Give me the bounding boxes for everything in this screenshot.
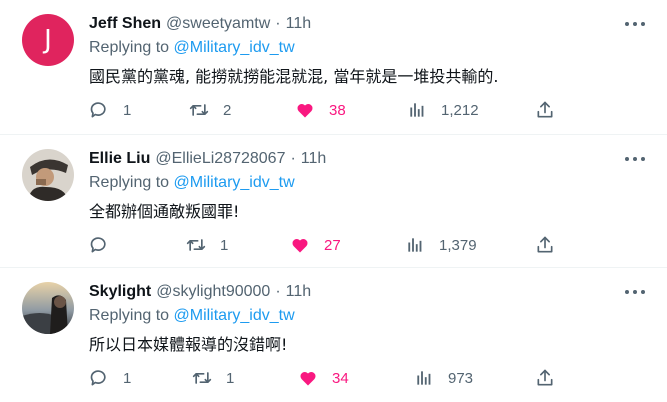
timestamp[interactable]: 11h — [286, 15, 312, 33]
views-button[interactable]: 973 — [414, 364, 473, 392]
retweet-icon — [189, 104, 209, 116]
more-icon[interactable] — [625, 284, 645, 300]
tweet-header: Ellie Liu @EllieLi28728067 · 11h — [89, 147, 326, 171]
retweet-button[interactable]: 1 — [186, 231, 228, 259]
avatar[interactable] — [22, 282, 74, 334]
timestamp[interactable]: 11h — [301, 150, 327, 168]
views-button[interactable]: 1,212 — [407, 96, 479, 124]
views-count: 1,379 — [439, 236, 477, 254]
share-icon — [537, 236, 553, 253]
share-button[interactable] — [535, 364, 555, 392]
separator-dot: · — [275, 283, 281, 300]
replying-to-label: Replying to — [89, 174, 170, 191]
retweet-button[interactable]: 2 — [189, 96, 231, 124]
replying-to: Replying to @Military_idv_tw — [89, 39, 295, 57]
like-button[interactable]: 27 — [290, 231, 341, 259]
tweet-header: Jeff Shen @sweetyamtw · 11h — [89, 12, 311, 36]
reply-count: 1 — [123, 369, 132, 387]
like-count: 34 — [332, 369, 349, 387]
avatar[interactable]: J — [22, 14, 74, 66]
replying-to-label: Replying to — [89, 39, 170, 56]
replying-to-link[interactable]: @Military_idv_tw — [174, 174, 295, 191]
views-count: 1,212 — [441, 101, 479, 119]
user-handle[interactable]: @skylight90000 — [156, 283, 270, 301]
action-bar: 1 27 1,379 — [89, 231, 559, 259]
display-name[interactable]: Skylight — [89, 283, 151, 301]
retweet-icon — [192, 372, 212, 384]
tweet-text: 所以日本媒體報導的沒錯啊! — [89, 335, 288, 354]
views-icon — [417, 371, 431, 385]
more-icon[interactable] — [625, 151, 645, 167]
views-button[interactable]: 1,379 — [405, 231, 477, 259]
display-name[interactable]: Jeff Shen — [89, 15, 161, 33]
tweet-2[interactable]: Ellie Liu @EllieLi28728067 · 11h Replyin… — [0, 135, 667, 268]
tweet-3[interactable]: Skylight @skylight90000 · 11h Replying t… — [0, 268, 667, 402]
avatar-photo — [22, 282, 74, 334]
share-button[interactable] — [535, 96, 555, 124]
replying-to-link[interactable]: @Military_idv_tw — [174, 307, 295, 324]
tweet-header: Skylight @skylight90000 · 11h — [89, 280, 311, 304]
replying-to: Replying to @Military_idv_tw — [89, 174, 295, 192]
separator-dot: · — [275, 15, 281, 32]
more-icon[interactable] — [625, 16, 645, 32]
like-button[interactable]: 38 — [295, 96, 346, 124]
retweet-icon — [186, 239, 206, 251]
retweet-count: 2 — [223, 101, 232, 119]
like-count: 38 — [329, 101, 346, 119]
tweet-1[interactable]: J Jeff Shen @sweetyamtw · 11h Replying t… — [0, 0, 667, 135]
timestamp[interactable]: 11h — [286, 283, 312, 301]
action-bar: 1 2 38 1,212 — [89, 96, 559, 124]
reply-button[interactable] — [89, 231, 123, 259]
replying-to: Replying to @Military_idv_tw — [89, 307, 295, 325]
tweet-text: 國民黨的黨魂, 能撈就撈能混就混, 當年就是一堆投共輸的. — [89, 67, 499, 86]
retweet-count: 1 — [220, 236, 229, 254]
user-handle[interactable]: @sweetyamtw — [166, 15, 270, 33]
reply-button[interactable]: 1 — [89, 364, 131, 392]
reply-count: 1 — [123, 101, 132, 119]
heart-icon — [300, 371, 316, 386]
share-button[interactable] — [535, 231, 555, 259]
replying-to-label: Replying to — [89, 307, 170, 324]
avatar-photo — [22, 149, 74, 201]
views-count: 973 — [448, 369, 474, 387]
share-icon — [537, 369, 553, 386]
retweet-button[interactable]: 1 — [192, 364, 234, 392]
reply-icon — [90, 237, 106, 253]
views-icon — [408, 238, 422, 252]
like-count: 27 — [324, 236, 341, 254]
reply-button[interactable]: 1 — [89, 96, 131, 124]
avatar[interactable] — [22, 149, 74, 201]
reply-icon — [90, 102, 106, 118]
tweet-text: 全都辦個通敵叛國罪! — [89, 202, 240, 221]
reply-icon — [90, 370, 106, 386]
heart-icon — [292, 238, 308, 253]
share-icon — [537, 101, 553, 118]
like-button[interactable]: 34 — [298, 364, 349, 392]
separator-dot: · — [290, 150, 296, 167]
replying-to-link[interactable]: @Military_idv_tw — [174, 39, 295, 56]
heart-icon — [297, 103, 313, 118]
views-icon — [410, 103, 424, 117]
user-handle[interactable]: @EllieLi28728067 — [155, 150, 285, 168]
display-name[interactable]: Ellie Liu — [89, 150, 150, 168]
action-bar: 1 1 34 973 — [89, 364, 559, 392]
retweet-count: 1 — [226, 369, 235, 387]
